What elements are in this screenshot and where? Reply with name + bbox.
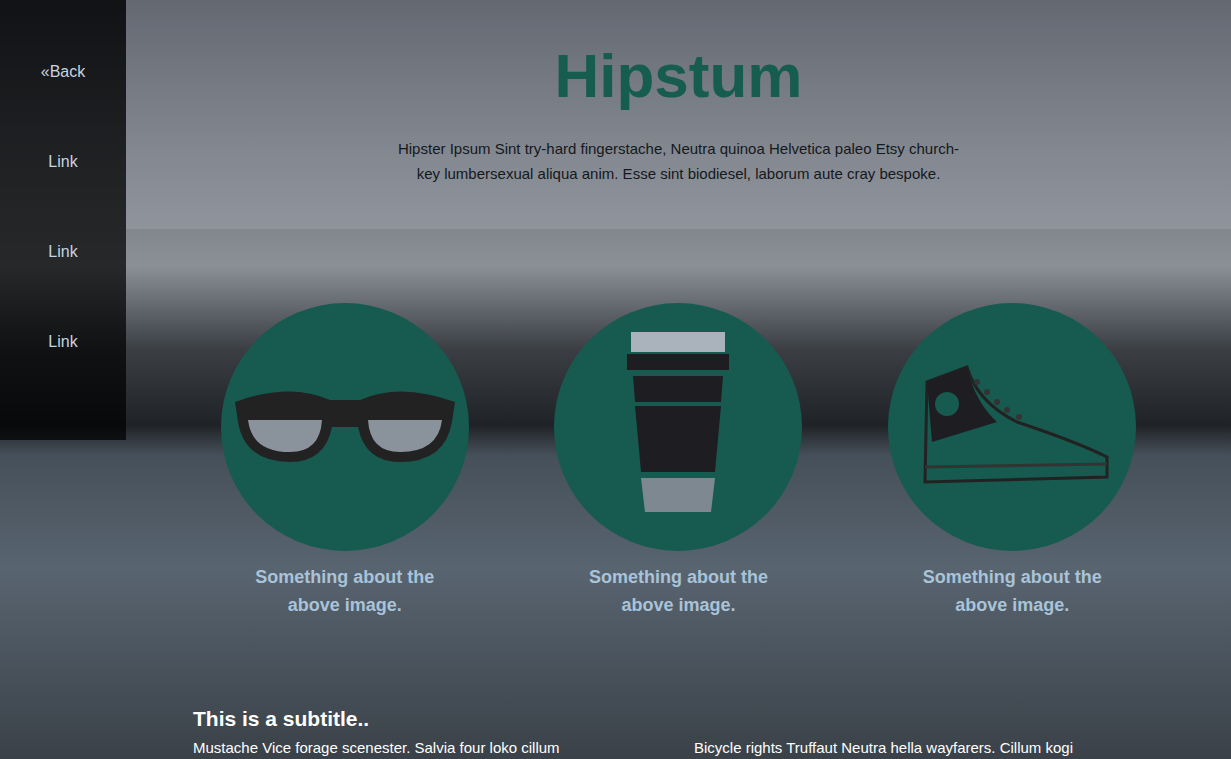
text-columns: Mustache Vice forage scenester. Salvia f… — [193, 737, 1191, 759]
column-text: Bicycle rights Truffaut Neutra hella way… — [694, 737, 1191, 759]
feature-caption: Something about the above image. — [563, 563, 793, 619]
site-title: Hipstum — [555, 40, 803, 112]
sidebar-link[interactable]: Link — [48, 242, 77, 262]
feature-card: Something about the above image. — [178, 303, 512, 619]
sidebar-link[interactable]: Link — [48, 152, 77, 172]
coffee-cup-icon — [623, 332, 733, 522]
feature-card: Something about the above image. — [845, 303, 1179, 619]
feature-caption: Something about the above image. — [230, 563, 460, 619]
intro-text: Hipster Ipsum Sint try-hard fingerstache… — [394, 136, 964, 186]
main-content: Hipstum Hipster Ipsum Sint try-hard finge… — [126, 0, 1231, 759]
sidebar-panel: «Back Link Link Link — [0, 0, 126, 440]
glasses-icon — [230, 382, 460, 472]
feature-circle — [221, 303, 469, 551]
column-text: Mustache Vice forage scenester. Salvia f… — [193, 737, 694, 759]
subtitle: This is a subtitle.. — [193, 705, 1191, 733]
sidebar-link[interactable]: Link — [48, 332, 77, 352]
feature-circle — [888, 303, 1136, 551]
header: Hipstum Hipster Ipsum Sint try-hard finge… — [126, 0, 1231, 229]
feature-circle — [554, 303, 802, 551]
page: «Back Link Link Link Hipstum Hipster Ipsum Si… — [0, 0, 1231, 759]
sidebar: «Back Link Link Link — [0, 0, 126, 759]
feature-card: Something about the above image. — [512, 303, 846, 619]
features: Something about the above image. Somethin… — [126, 303, 1231, 619]
sneaker-icon — [907, 362, 1117, 492]
content-section: This is a subtitle.. Mustache Vice forage… — [126, 619, 1231, 759]
feature-caption: Something about the above image. — [897, 563, 1127, 619]
sidebar-link[interactable]: «Back — [41, 62, 85, 82]
